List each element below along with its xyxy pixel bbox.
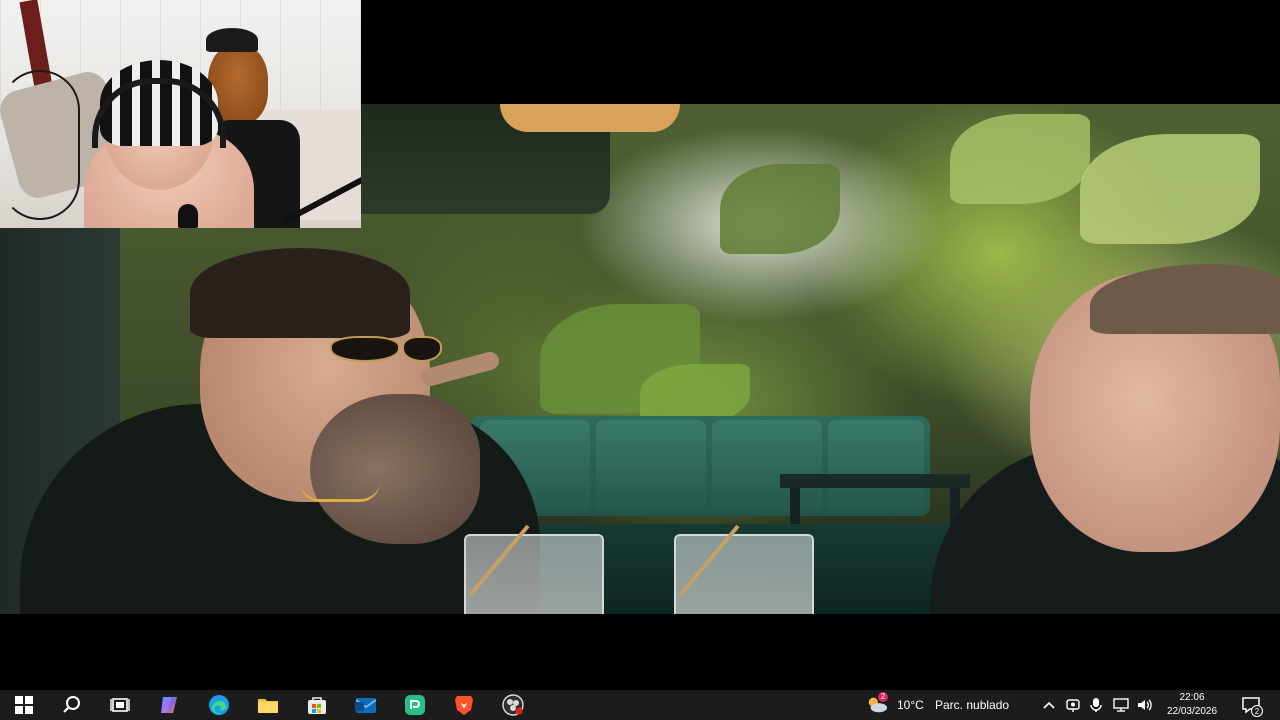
weather-temperature[interactable]: 10°C [897,698,924,712]
volume-icon[interactable] [1134,694,1156,716]
screen: 2 10°C Parc. nublado 22:06 22/03/2026 2 [0,0,1280,720]
camera-icon[interactable] [1062,694,1084,716]
store-icon[interactable] [306,694,328,716]
chevron-up-icon[interactable] [1038,694,1060,716]
microphone [178,204,198,228]
weather-badge: 2 [878,692,888,702]
webcam-cable [0,70,80,220]
windows-logo-icon[interactable] [13,694,35,716]
green-app-icon[interactable] [404,694,426,716]
video-sofa-cushion [828,420,924,512]
video-lamp [500,104,680,132]
clock-time[interactable]: 22:06 [1166,692,1218,703]
taskbar: 2 10°C Parc. nublado 22:06 22/03/2026 2 [0,690,1280,720]
video-table [780,474,970,488]
microphone-icon[interactable] [1085,694,1107,716]
search-icon[interactable] [61,694,83,716]
gold-chain [300,482,380,502]
mail-icon[interactable] [355,694,377,716]
notification-count: 2 [1251,705,1263,717]
folder-icon[interactable] [257,694,279,716]
drink-glass [674,524,814,614]
video-foliage [640,364,750,424]
network-icon[interactable] [1110,694,1132,716]
drink-glass [464,524,604,614]
brave-lion-icon[interactable] [453,694,475,716]
video-foliage [950,114,1090,204]
video-hand [310,394,480,544]
video-person-left-hair [190,248,410,338]
task-view-icon[interactable] [109,694,131,716]
video-sofa-cushion [712,420,822,512]
webcam-overlay [0,0,361,228]
teddy-bear-cap [206,28,258,52]
video-sofa-cushion [596,420,706,512]
sunglasses [230,336,445,364]
weather-condition[interactable]: Parc. nublado [935,698,1009,712]
video-person-right-hair [1090,264,1280,334]
video-foliage [1080,134,1260,244]
clock-date[interactable]: 22/03/2026 [1160,706,1224,717]
obs-icon[interactable] [502,694,524,716]
copilot-icon[interactable] [159,694,181,716]
edge-icon[interactable] [208,694,230,716]
video-foliage [720,164,840,254]
